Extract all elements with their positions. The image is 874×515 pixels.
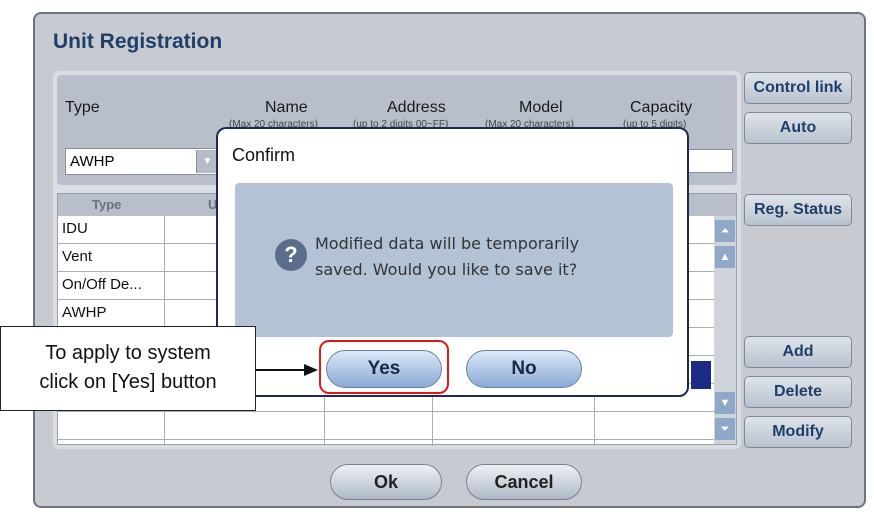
dialog-message-line1: Modified data will be temporarily [315,234,580,253]
scroll-up-icon[interactable]: ▲ [715,246,735,268]
instruction-callout: To apply to system click on [Yes] button [0,326,256,411]
ok-button[interactable]: Ok [330,464,442,500]
model-header: Model [519,99,563,116]
delete-button[interactable]: Delete [744,376,852,408]
auto-button[interactable]: Auto [744,112,852,144]
type-select[interactable]: AWHP ▼ [65,148,220,175]
callout-line1: To apply to system [45,342,211,364]
chevron-down-icon[interactable]: ▼ [196,150,218,173]
dialog-title: Confirm [232,145,296,165]
yes-highlight-ring [319,340,449,394]
cancel-button[interactable]: Cancel [466,464,582,500]
dialog-message-line2: saved. Would you like to save it? [315,260,578,279]
row-type: AWHP [62,304,107,321]
reg-status-button[interactable]: Reg. Status [744,194,852,226]
question-icon: ? [275,239,307,271]
row-type: On/Off De... [62,276,142,293]
confirm-dialog: Confirm ? Modified data will be temporar… [216,127,689,397]
type-select-value: AWHP [70,153,115,170]
list-scrollbar[interactable]: ⏶ ▲ ▼ ⏷ [714,216,736,444]
scroll-top-icon[interactable]: ⏶ [715,220,735,242]
list-row[interactable] [58,412,716,440]
list-column-type: Type [92,197,122,212]
arrow-right-icon [304,364,318,376]
selected-row-indicator [691,361,711,389]
add-button[interactable]: Add [744,336,852,368]
type-header: Type [65,99,100,116]
scroll-bottom-icon[interactable]: ⏷ [715,418,735,440]
address-header: Address [387,99,446,116]
window-title: Unit Registration [53,30,223,53]
dialog-message: Modified data will be temporarily saved.… [315,231,645,283]
capacity-header: Capacity [630,99,693,116]
callout-arrow-line [256,369,308,371]
modify-button[interactable]: Modify [744,416,852,448]
name-header: Name [265,99,308,116]
row-type: IDU [62,220,88,237]
control-link-button[interactable]: Control link [744,72,852,104]
dialog-body: ? Modified data will be temporarily save… [235,183,673,337]
callout-line2: click on [Yes] button [39,371,217,393]
scroll-down-icon[interactable]: ▼ [715,392,735,414]
row-type: Vent [62,248,93,265]
no-button[interactable]: No [466,350,582,388]
